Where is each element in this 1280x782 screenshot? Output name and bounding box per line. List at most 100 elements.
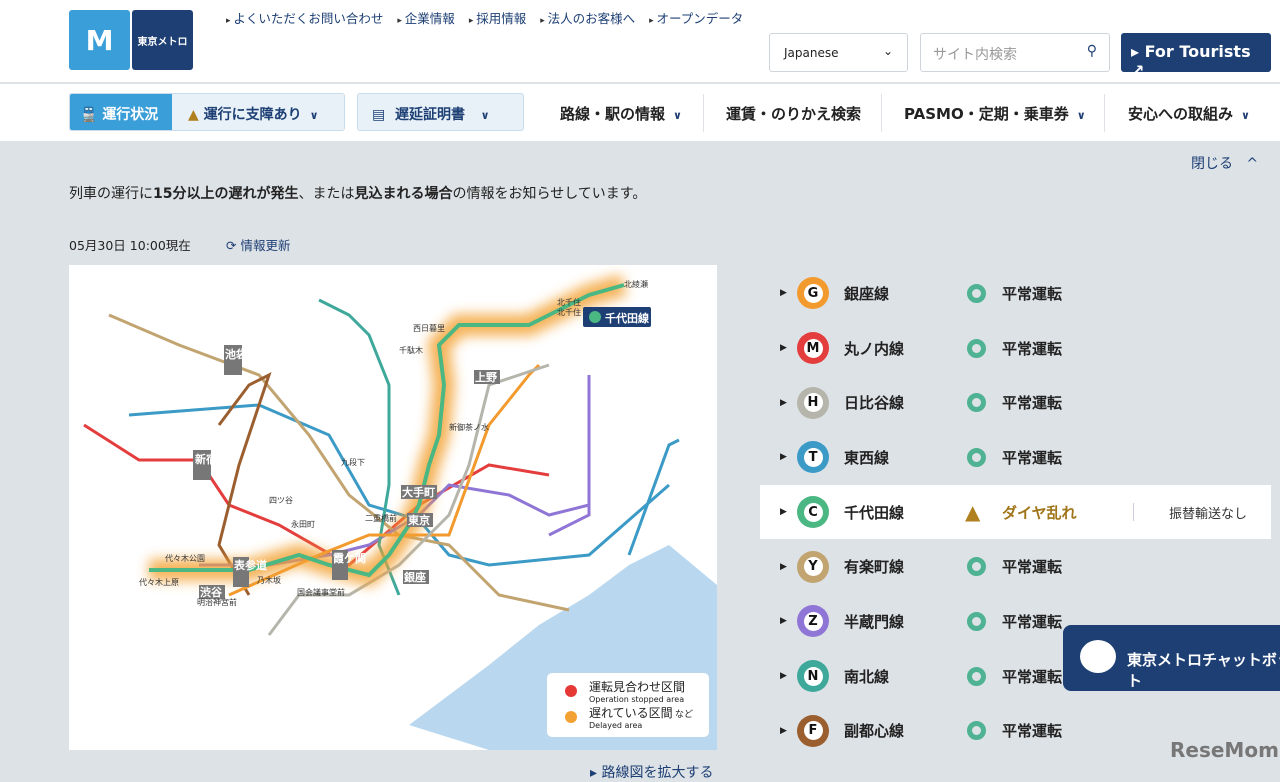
station-label-kokkai-gijidomae: 国会議事堂前 xyxy=(297,587,345,597)
site-header: M 東京メトロ よくいただくお問い合わせ 企業情報 採用情報 法人のお客様へ オ… xyxy=(0,0,1280,83)
expand-arrow-icon[interactable]: ▶ xyxy=(780,671,787,681)
logo-text: 東京メトロ xyxy=(132,10,193,70)
normal-status-icon xyxy=(967,447,986,467)
expand-label: 路線図を拡大する xyxy=(601,765,714,781)
nav-pasmo[interactable]: PASMO・定期・乗車券 ∨ xyxy=(881,94,1086,132)
notice-text: 列車の運行に15分以上の遅れが発生、または見込まれる場合の情報をお知らせしていま… xyxy=(69,183,646,203)
delay-certificate-button[interactable]: ▤ 遅延証明書 ∨ xyxy=(357,93,524,131)
delay-cert-label: 遅延証明書 xyxy=(394,107,465,123)
line-name: 半蔵門線 xyxy=(844,612,905,631)
line-code: M xyxy=(803,338,823,358)
station-label: 新宿 xyxy=(195,452,217,466)
station-label-kita-ayase: 北綾瀬 xyxy=(624,279,648,289)
tokyo-metro-logo[interactable]: M 東京メトロ xyxy=(69,10,193,70)
station-label-nogizaka: 乃木坂 xyxy=(257,575,281,585)
station-label-nishi-nippori: 西日暮里 xyxy=(413,323,445,333)
chevron-down-icon: ∨ xyxy=(309,109,319,122)
normal-status-icon xyxy=(967,666,986,686)
refresh-button[interactable]: ⟳ 情報更新 xyxy=(226,235,290,254)
line-name: 有楽町線 xyxy=(844,558,905,577)
operation-status[interactable]: 🚆 運行状況 ▲ 運行に支障あり ∨ xyxy=(69,93,345,131)
top-links: よくいただくお問い合わせ 企業情報 採用情報 法人のお客様へ オープンデータ xyxy=(226,8,743,27)
line-badge: N xyxy=(797,660,829,693)
chevron-down-icon: ∨ xyxy=(1241,109,1250,122)
search-icon[interactable]: ⚲ xyxy=(1087,43,1097,59)
chevron-down-icon: ∨ xyxy=(472,109,490,122)
language-value: Japanese xyxy=(784,46,839,60)
line-badge: C xyxy=(797,496,829,529)
for-tourists-button[interactable]: ▸ For Tourists ↗ xyxy=(1121,33,1271,80)
station-label: 霞ケ関 xyxy=(333,552,366,565)
line-row-t[interactable]: ▶ T 東西線 平常運転 xyxy=(760,430,1280,485)
divider xyxy=(1133,503,1134,522)
expand-arrow-icon[interactable]: ▶ xyxy=(780,343,787,353)
nav-fare-search[interactable]: 運賃・のりかえ検索 xyxy=(703,94,861,132)
expand-arrow-icon[interactable]: ▶ xyxy=(780,507,787,517)
normal-status-icon xyxy=(967,338,986,358)
line-code: N xyxy=(803,666,823,686)
line-name: 丸ノ内線 xyxy=(844,339,905,358)
line-row-h[interactable]: ▶ H 日比谷線 平常運転 xyxy=(760,375,1280,430)
nav-label: 安心への取組み xyxy=(1128,105,1234,123)
refresh-icon: ⟳ xyxy=(226,238,237,253)
line-row-g[interactable]: ▶ G 銀座線 平常運転 xyxy=(760,266,1280,321)
nav-lines-stations[interactable]: 路線・駅の情報 ∨ xyxy=(560,94,682,132)
station-label-kita-senju: 北千住 xyxy=(557,297,581,307)
station-label-kita-senju-2: 北千住 xyxy=(557,307,581,317)
station-label-nagatacho: 永田町 xyxy=(291,519,315,529)
link-opendata[interactable]: オープンデータ xyxy=(649,8,744,27)
document-icon: ▤ xyxy=(372,107,386,123)
link-corporate[interactable]: 企業情報 xyxy=(397,8,455,27)
search-placeholder: サイト内検索 xyxy=(933,47,1017,63)
close-label: 閉じる xyxy=(1191,156,1233,172)
station-label: 渋谷 xyxy=(200,585,223,599)
nav-safety[interactable]: 安心への取組み ∨ xyxy=(1104,94,1250,132)
expand-arrow-icon[interactable]: ▶ xyxy=(780,398,787,408)
line-name: 銀座線 xyxy=(844,284,890,303)
nav-label: 路線・駅の情報 xyxy=(560,105,666,123)
expand-arrow-icon[interactable]: ▶ xyxy=(780,616,787,626)
expand-arrow-icon[interactable]: ▶ xyxy=(780,288,787,298)
expand-arrow-icon[interactable]: ▶ xyxy=(780,562,787,572)
language-select[interactable]: Japanese ⌄ xyxy=(769,33,908,72)
nav-label: PASMO・定期・乗車券 xyxy=(904,105,1069,123)
expand-map-link[interactable]: ▸ 路線図を拡大する xyxy=(590,762,713,782)
normal-status-icon xyxy=(967,393,986,413)
status-dropdown[interactable]: ▲ 運行に支障あり ∨ xyxy=(172,94,344,130)
line-badge: M xyxy=(797,332,829,365)
line-name: 千代田線 xyxy=(844,503,905,522)
chatbot-button[interactable]: 東京メトロチャットボット xyxy=(1063,625,1280,691)
line-row-m[interactable]: ▶ M 丸ノ内線 平常運転 xyxy=(760,321,1280,376)
line-status: 平常運転 xyxy=(1002,284,1063,303)
line-code: F xyxy=(803,721,823,741)
line-status: 平常運転 xyxy=(1002,667,1063,686)
station-label: 銀座 xyxy=(404,570,426,584)
warning-icon: ▲ xyxy=(965,500,981,525)
normal-status-icon xyxy=(967,721,986,741)
watermark-logo: ReseMom xyxy=(1170,738,1279,762)
line-row-c[interactable]: ▶ C 千代田線 ▲ ダイヤ乱れ 振替輸送なし xyxy=(760,484,1271,540)
close-panel-button[interactable]: 閉じる ^ xyxy=(1191,153,1258,173)
line-row-y[interactable]: ▶ Y 有楽町線 平常運転 xyxy=(760,539,1280,594)
normal-status-icon xyxy=(967,557,986,577)
station-label-yotsuya: 四ツ谷 xyxy=(269,496,293,505)
expand-arrow-icon[interactable]: ▶ xyxy=(780,726,787,736)
search-input[interactable]: サイト内検索 ⚲ xyxy=(920,33,1110,72)
legend-delayed: 遅れている区間 xyxy=(589,706,673,720)
station-label-nijubashimae: 二重橋前 xyxy=(365,513,397,523)
expand-arrow-icon[interactable]: ▶ xyxy=(780,452,787,462)
notice-bold: 見込まれる場合 xyxy=(354,186,453,202)
line-status: 平常運転 xyxy=(1002,722,1063,741)
tourists-label: For Tourists xyxy=(1144,42,1251,61)
link-faq[interactable]: よくいただくお問い合わせ xyxy=(226,8,383,27)
line-badge: F xyxy=(797,714,829,747)
line-badge: Y xyxy=(797,550,829,583)
station-label-yoyogi-uehara: 代々木上原 xyxy=(139,577,179,587)
link-business[interactable]: 法人のお客様へ xyxy=(540,8,636,27)
legend-delayed-suffix: など xyxy=(675,709,693,720)
station-label: 東京 xyxy=(408,513,430,527)
route-map[interactable]: 新宿 渋谷 池袋 東京 大手町 上野 銀座 霞ケ関 表参道 北綾瀬 北千住 北千… xyxy=(69,265,717,750)
normal-status-icon xyxy=(967,611,986,631)
legend-delayed-en: Delayed area xyxy=(589,721,642,730)
link-recruit[interactable]: 採用情報 xyxy=(469,8,526,27)
